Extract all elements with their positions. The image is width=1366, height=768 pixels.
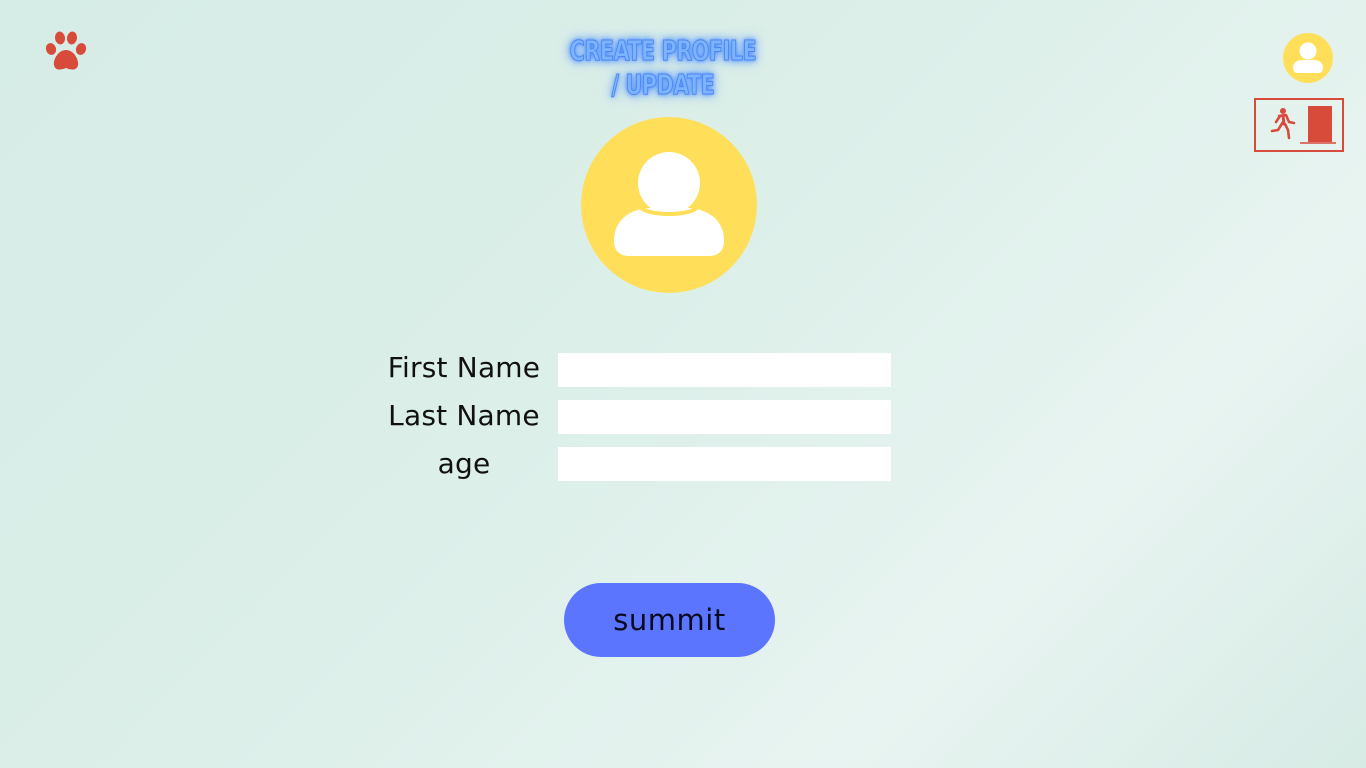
age-field[interactable] (558, 447, 891, 481)
user-avatar-icon[interactable] (1283, 33, 1333, 83)
last-name-label: Last Name (388, 399, 540, 432)
page-title-line2: / UPDATE (611, 68, 715, 102)
submit-button[interactable]: summit (564, 583, 775, 657)
age-label: age (437, 447, 491, 480)
page-title-line1: CREATE PROFILE (569, 34, 757, 68)
first-name-label: First Name (387, 351, 541, 384)
page-title: CREATE PROFILE / UPDATE (569, 34, 758, 102)
profile-avatar-icon[interactable] (581, 117, 757, 293)
paw-icon[interactable] (43, 30, 89, 74)
exit-button[interactable] (1254, 98, 1344, 152)
first-name-field[interactable] (558, 353, 891, 387)
exit-door-icon (1270, 106, 1336, 144)
last-name-field[interactable] (558, 400, 891, 434)
